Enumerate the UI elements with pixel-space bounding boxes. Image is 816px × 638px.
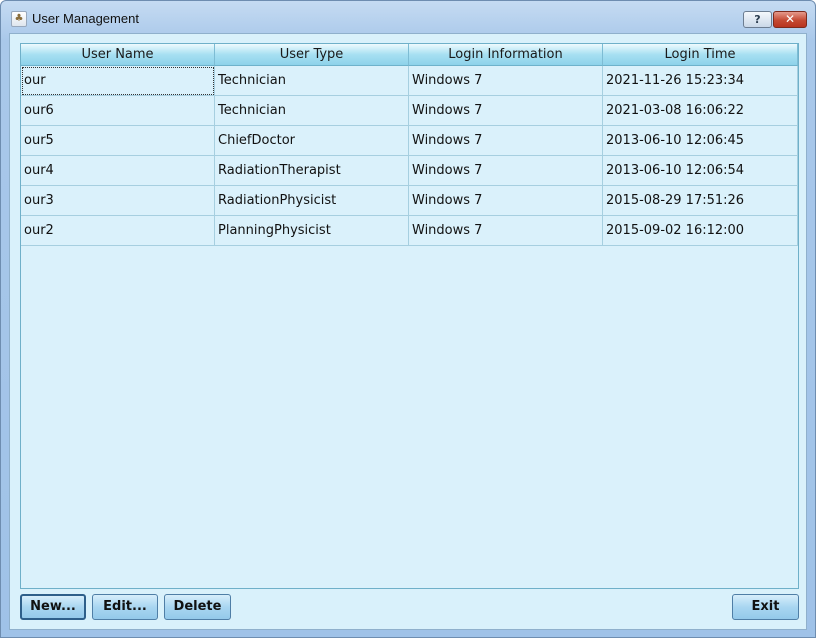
cell-login-information[interactable]: Windows 7 xyxy=(409,156,603,186)
cell-login-information[interactable]: Windows 7 xyxy=(409,186,603,216)
cell-login-time[interactable]: 2013-06-10 12:06:54 xyxy=(603,156,798,186)
cell-login-time[interactable]: 2015-08-29 17:51:26 xyxy=(603,186,798,216)
cell-user-name[interactable]: our4 xyxy=(21,156,215,186)
table-row[interactable]: our6 Technician Windows 7 2021-03-08 16:… xyxy=(21,96,798,126)
user-management-window: ♣ User Management ? ✕ User Name User Typ… xyxy=(0,0,816,638)
delete-user-button[interactable]: Delete xyxy=(164,594,231,620)
new-user-button[interactable]: New... xyxy=(20,594,86,620)
table-row[interactable]: our Technician Windows 7 2021-11-26 15:2… xyxy=(21,66,798,96)
close-button[interactable]: ✕ xyxy=(773,11,807,28)
cell-login-time[interactable]: 2021-11-26 15:23:34 xyxy=(603,66,798,96)
table-row[interactable]: our5 ChiefDoctor Windows 7 2013-06-10 12… xyxy=(21,126,798,156)
cell-user-name[interactable]: our xyxy=(21,66,215,96)
edit-user-button[interactable]: Edit... xyxy=(92,594,158,620)
column-header-login-time[interactable]: Login Time xyxy=(603,44,798,66)
column-header-login-information[interactable]: Login Information xyxy=(409,44,603,66)
users-table[interactable]: User Name User Type Login Information Lo… xyxy=(20,43,799,589)
app-icon: ♣ xyxy=(11,11,27,27)
cell-user-type[interactable]: RadiationPhysicist xyxy=(215,186,409,216)
title-bar[interactable]: ♣ User Management ? ✕ xyxy=(1,1,815,37)
column-header-user-type[interactable]: User Type xyxy=(215,44,409,66)
cell-user-name[interactable]: our3 xyxy=(21,186,215,216)
cell-user-type[interactable]: Technician xyxy=(215,96,409,126)
window-title: User Management xyxy=(32,11,139,26)
cell-user-name[interactable]: our6 xyxy=(21,96,215,126)
cell-user-type[interactable]: PlanningPhysicist xyxy=(215,216,409,246)
cell-user-name[interactable]: our5 xyxy=(21,126,215,156)
table-row[interactable]: our2 PlanningPhysicist Windows 7 2015-09… xyxy=(21,216,798,246)
help-button[interactable]: ? xyxy=(743,11,772,28)
cell-login-time[interactable]: 2021-03-08 16:06:22 xyxy=(603,96,798,126)
table-row[interactable]: our4 RadiationTherapist Windows 7 2013-0… xyxy=(21,156,798,186)
table-header: User Name User Type Login Information Lo… xyxy=(21,44,798,66)
cell-login-information[interactable]: Windows 7 xyxy=(409,96,603,126)
table-row[interactable]: our3 RadiationPhysicist Windows 7 2015-0… xyxy=(21,186,798,216)
cell-user-type[interactable]: Technician xyxy=(215,66,409,96)
cell-login-information[interactable]: Windows 7 xyxy=(409,216,603,246)
table-body: our Technician Windows 7 2021-11-26 15:2… xyxy=(21,66,798,246)
cell-user-name[interactable]: our2 xyxy=(21,216,215,246)
column-header-user-name[interactable]: User Name xyxy=(21,44,215,66)
cell-login-information[interactable]: Windows 7 xyxy=(409,126,603,156)
cell-user-type[interactable]: ChiefDoctor xyxy=(215,126,409,156)
exit-button[interactable]: Exit xyxy=(732,594,799,620)
cell-user-type[interactable]: RadiationTherapist xyxy=(215,156,409,186)
cell-login-time[interactable]: 2015-09-02 16:12:00 xyxy=(603,216,798,246)
cell-login-information[interactable]: Windows 7 xyxy=(409,66,603,96)
dialog-body: User Name User Type Login Information Lo… xyxy=(9,33,807,630)
cell-login-time[interactable]: 2013-06-10 12:06:45 xyxy=(603,126,798,156)
